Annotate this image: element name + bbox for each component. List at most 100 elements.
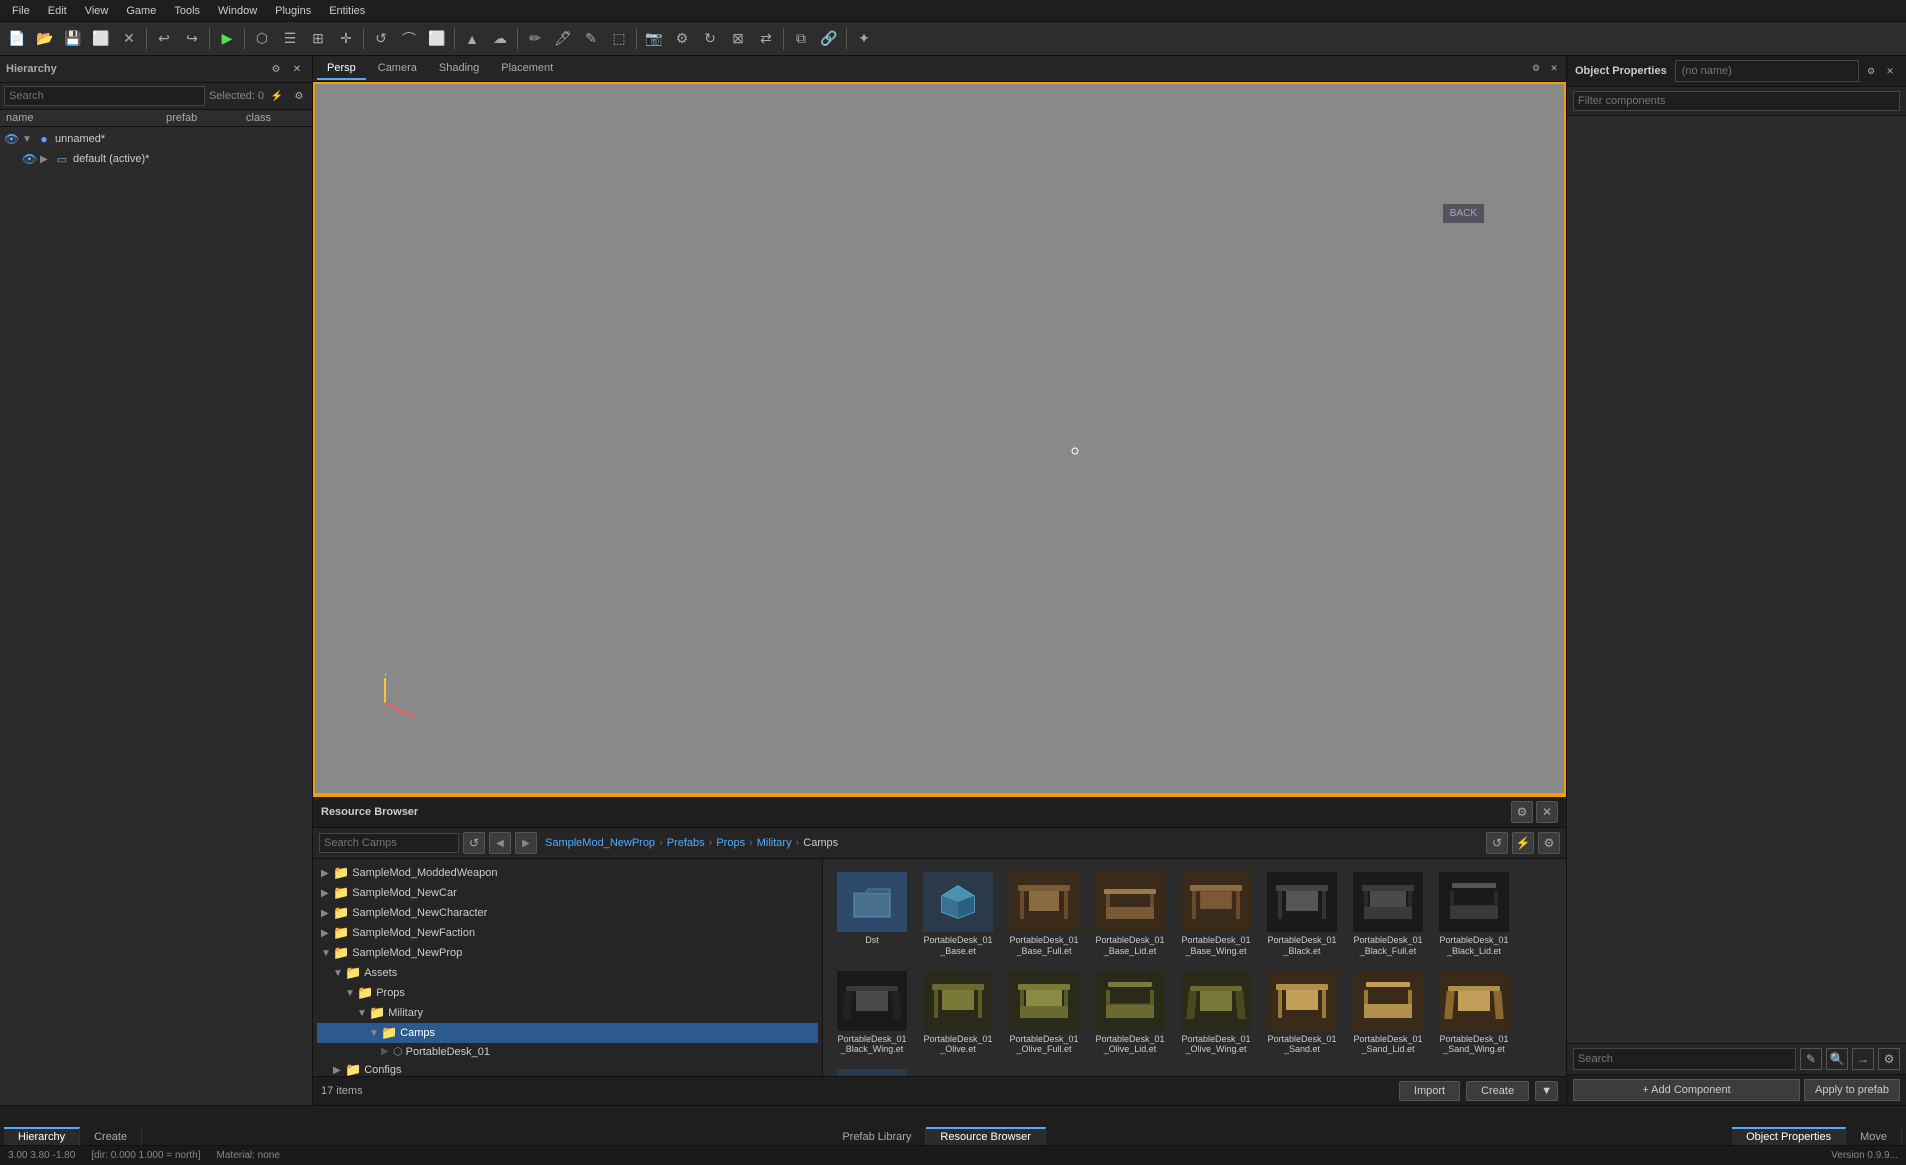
toolbar-refresh[interactable]: ↻ (697, 26, 723, 52)
asset-item-dst[interactable]: Dst (831, 867, 913, 962)
tab-resource-browser[interactable]: Resource Browser (926, 1127, 1045, 1145)
viewport-settings-btn[interactable]: ⚙ (1528, 61, 1544, 77)
rb-folder-configs[interactable]: ▶ 📁 Configs (317, 1060, 818, 1076)
asset-item-black-wing[interactable]: PortableDesk_01_Black_Wing.et (831, 966, 913, 1061)
menu-plugins[interactable]: Plugins (267, 3, 319, 19)
toolbar-terrain[interactable]: ⌒ (396, 26, 422, 52)
asset-item-base-full[interactable]: PortableDesk_01_Base_Full.et (1003, 867, 1085, 962)
breadcrumb-prefabs[interactable]: Prefabs (667, 837, 705, 849)
asset-item-olive-wing[interactable]: PortableDesk_01_Olive_Wing.et (1175, 966, 1257, 1061)
breadcrumb-military[interactable]: Military (757, 837, 792, 849)
op-search-input[interactable] (1573, 1048, 1796, 1070)
toolbar-screenshot[interactable]: 📷 (641, 26, 667, 52)
op-filter-input[interactable] (1573, 91, 1900, 111)
rb-search-input[interactable] (319, 833, 459, 853)
rb-folder-portabledesk[interactable]: ▶ ⬡ PortableDesk_01 (317, 1043, 818, 1060)
toolbar-select-rect[interactable]: ⬜ (424, 26, 450, 52)
asset-item-base[interactable]: PortableDesk_01_Base.et (917, 867, 999, 962)
op-nav-btn[interactable]: → (1852, 1048, 1874, 1070)
rb-folder-assets[interactable]: ▼ 📁 Assets (317, 963, 818, 983)
toolbar-open[interactable]: 📂 (32, 26, 58, 52)
toolbar-link[interactable]: 🔗 (816, 26, 842, 52)
op-close-btn[interactable]: ✕ (1882, 63, 1898, 79)
asset-item-olive[interactable]: PortableDesk_01_Olive.et (917, 966, 999, 1061)
rb-folder-military[interactable]: ▼ 📁 Military (317, 1003, 818, 1023)
hierarchy-search-input[interactable] (4, 86, 205, 106)
toolbar-cube[interactable]: ⬡ (249, 26, 275, 52)
tab-prefab-library[interactable]: Prefab Library (828, 1127, 926, 1145)
viewport-close-btn[interactable]: ✕ (1546, 61, 1562, 77)
op-search-btn[interactable]: 🔍 (1826, 1048, 1848, 1070)
toggle-default[interactable]: ▶ (40, 154, 54, 165)
breadcrumb-samplemodnewprop[interactable]: SampleMod_NewProp (545, 837, 655, 849)
op-options-btn[interactable]: ⚙ (1878, 1048, 1900, 1070)
op-settings-btn[interactable]: ⚙ (1863, 63, 1879, 79)
tab-object-properties-bottom[interactable]: Object Properties (1732, 1127, 1846, 1145)
op-edit-btn[interactable]: ✎ (1800, 1048, 1822, 1070)
menu-tools[interactable]: Tools (166, 3, 208, 19)
hierarchy-close-btn[interactable]: ✕ (288, 60, 306, 78)
rb-folder-newcharacter[interactable]: ▶ 📁 SampleMod_NewCharacter (317, 903, 818, 923)
menu-view[interactable]: View (77, 3, 117, 19)
add-component-btn[interactable]: + Add Component (1573, 1079, 1800, 1101)
tab-persp[interactable]: Persp (317, 58, 366, 80)
toolbar-new[interactable]: 📄 (4, 26, 30, 52)
toolbar-close[interactable]: ✕ (116, 26, 142, 52)
menu-entities[interactable]: Entities (321, 3, 373, 19)
rb-create-btn[interactable]: Create (1466, 1081, 1529, 1101)
rb-folder-camps-active[interactable]: ▼ 📁 Camps (317, 1023, 818, 1043)
toolbar-pencil[interactable]: ✎ (578, 26, 604, 52)
asset-item-black-full[interactable]: PortableDesk_01_Black_Full.et (1347, 867, 1429, 962)
rb-nav-fwd-btn[interactable]: ▶ (515, 832, 537, 854)
toolbar-settings2[interactable]: ⚙ (669, 26, 695, 52)
rb-create-dropdown-btn[interactable]: ▼ (1535, 1081, 1558, 1101)
asset-item-black-lid[interactable]: PortableDesk_01_Black_Lid.et (1433, 867, 1515, 962)
eye-icon-default[interactable]: 👁 (22, 152, 38, 166)
asset-item-olive-lid[interactable]: PortableDesk_01_Olive_Lid.et (1089, 966, 1171, 1061)
toolbar-grid[interactable]: ⊞ (305, 26, 331, 52)
apply-prefab-btn[interactable]: Apply to prefab (1804, 1079, 1900, 1101)
menu-edit[interactable]: Edit (40, 3, 75, 19)
toolbar-pen[interactable]: 🖊 (550, 26, 576, 52)
toolbar-save[interactable]: 💾 (60, 26, 86, 52)
rb-sync-btn[interactable]: ↺ (463, 832, 485, 854)
toggle-unnamed[interactable]: ▼ (22, 134, 36, 145)
toolbar-unknown1[interactable]: ⬜ (88, 26, 114, 52)
hierarchy-settings-btn[interactable]: ⚙ (267, 60, 285, 78)
rb-folder-props[interactable]: ▼ 📁 Props (317, 983, 818, 1003)
rb-nav-back-btn[interactable]: ◀ (489, 832, 511, 854)
hierarchy-filter-btn[interactable]: ⚡ (268, 87, 286, 105)
toolbar-mountain[interactable]: ▲ (459, 26, 485, 52)
toolbar-list[interactable]: ☰ (277, 26, 303, 52)
rb-import-btn[interactable]: Import (1399, 1081, 1460, 1101)
toolbar-redo[interactable]: ↪ (179, 26, 205, 52)
menu-file[interactable]: File (4, 3, 38, 19)
asset-item-black[interactable]: PortableDesk_01_Black.et (1261, 867, 1343, 962)
asset-item-extra-box[interactable]: PortableDesk_01_Sand_Wing.e... (831, 1064, 913, 1076)
toolbar-rect-select[interactable]: ⬚ (606, 26, 632, 52)
rb-options-btn[interactable]: ⚙ (1538, 832, 1560, 854)
tab-camera[interactable]: Camera (368, 58, 427, 80)
rb-folder-newcar[interactable]: ▶ 📁 SampleMod_NewCar (317, 883, 818, 903)
toolbar-rotate-ccw[interactable]: ↺ (368, 26, 394, 52)
toolbar-layers[interactable]: ⧉ (788, 26, 814, 52)
tab-placement[interactable]: Placement (491, 58, 563, 80)
rb-refresh-btn[interactable]: ↺ (1486, 832, 1508, 854)
toolbar-move[interactable]: ✛ (333, 26, 359, 52)
tab-shading[interactable]: Shading (429, 58, 489, 80)
asset-item-olive-full[interactable]: PortableDesk_01_Olive_Full.et (1003, 966, 1085, 1061)
rb-folder-moddedweapon[interactable]: ▶ 📁 SampleMod_ModdedWeapon (317, 863, 818, 883)
toolbar-paint[interactable]: ✏ (522, 26, 548, 52)
op-name-input[interactable] (1675, 60, 1859, 82)
toolbar-cloud[interactable]: ☁ (487, 26, 513, 52)
tab-create-bottom[interactable]: Create (80, 1127, 142, 1145)
tab-hierarchy-bottom[interactable]: Hierarchy (4, 1127, 80, 1145)
toolbar-misc[interactable]: ✦ (851, 26, 877, 52)
menu-game[interactable]: Game (118, 3, 164, 19)
rb-close-btn[interactable]: ✕ (1536, 801, 1558, 823)
toolbar-split[interactable]: ⊠ (725, 26, 751, 52)
rb-filter-toggle-btn[interactable]: ⚡ (1512, 832, 1534, 854)
asset-item-sand[interactable]: PortableDesk_01_Sand.et (1261, 966, 1343, 1061)
toolbar-arrows[interactable]: ⇄ (753, 26, 779, 52)
tree-item-default[interactable]: 👁 ▶ ▭ default (active)* (0, 149, 312, 169)
